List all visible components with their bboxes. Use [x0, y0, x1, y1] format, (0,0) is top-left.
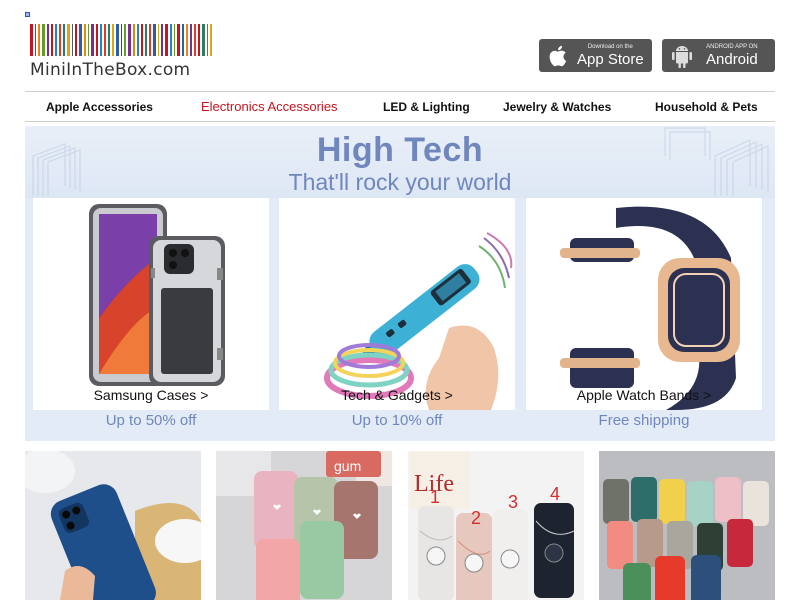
barcode-stripe [42, 24, 45, 56]
barcode-stripe [201, 24, 205, 56]
apple-icon [547, 44, 571, 68]
barcode-stripe [140, 24, 144, 56]
card-offer-tech-gadgets: Up to 10% off [273, 410, 521, 441]
barcode-stripe [99, 24, 102, 56]
category-nav: Apple Accessories Electronics Accessorie… [25, 91, 775, 122]
color-cases-image [599, 451, 775, 600]
barcode-stripe [124, 24, 127, 56]
barcode-stripe [198, 24, 200, 56]
barcode-stripe [206, 24, 209, 56]
logo-barcode [30, 24, 213, 56]
hero-subtitle: That'll rock your world [288, 169, 512, 195]
nav-item-electronics-accessories[interactable]: Electronics Accessories [201, 99, 338, 114]
barcode-stripe [157, 24, 160, 56]
hero-title: High Tech [316, 131, 484, 169]
nav-item-apple-accessories[interactable]: Apple Accessories [46, 100, 153, 114]
barcode-stripe [75, 24, 78, 56]
barcode-stripe [63, 24, 65, 56]
barcode-stripe [169, 24, 172, 56]
barcode-stripe [50, 24, 53, 56]
case-number-1: 1 [430, 487, 440, 507]
promo-card-apple-watch-bands[interactable]: Apple Watch Bands > Free shipping [520, 198, 768, 441]
barcode-stripe [96, 24, 98, 56]
barcode-stripe [71, 24, 74, 56]
site-logo[interactable]: MiniInTheBox.com [30, 22, 215, 82]
product-tile-pastel-cases[interactable]: gum [216, 451, 392, 600]
card-label-samsung-cases[interactable]: Samsung Cases > [33, 387, 269, 403]
barcode-stripe [108, 24, 111, 56]
pastel-cases-image: gum [216, 451, 392, 600]
android-badge[interactable]: ANDROID APP ON Android [662, 39, 775, 72]
card-label-apple-watch-bands[interactable]: Apple Watch Bands > [526, 387, 762, 403]
card-offer-apple-watch-bands: Free shipping [520, 410, 768, 441]
barcode-stripe [177, 24, 181, 56]
corner-marker [25, 12, 30, 17]
card-offer-samsung-cases: Up to 50% off [25, 410, 277, 441]
barcode-stripe [87, 24, 90, 56]
barcode-stripe [59, 24, 62, 56]
barcode-stripe [79, 24, 82, 56]
marble-cases-image: Life 1 2 3 4 [408, 451, 584, 600]
barcode-stripe [128, 24, 131, 56]
barcode-stripe [54, 24, 58, 56]
barcode-stripe [66, 24, 70, 56]
barcode-stripe [185, 24, 188, 56]
logo-text: MiniInTheBox.com [30, 60, 191, 80]
card-label-tech-gadgets[interactable]: Tech & Gadgets > [279, 387, 515, 403]
barcode-stripe [46, 24, 49, 56]
barcode-stripe [38, 24, 41, 56]
barcode-stripe [152, 24, 156, 56]
product-tile-blue-iphone-case[interactable] [25, 451, 201, 600]
barcode-stripe [132, 24, 135, 56]
case-number-3: 3 [508, 492, 518, 512]
nav-item-household-pets[interactable]: Household & Pets [655, 100, 758, 114]
android-big-text: Android [706, 51, 758, 68]
barcode-stripe [194, 24, 197, 56]
barcode-stripe [103, 24, 107, 56]
barcode-stripe [115, 24, 119, 56]
barcode-stripe [83, 24, 86, 56]
promo-card-tech-gadgets[interactable]: Tech & Gadgets > Up to 10% off [273, 198, 521, 441]
case-number-2: 2 [471, 508, 481, 528]
barcode-stripe [120, 24, 123, 56]
watch-band-image [526, 198, 762, 410]
promo-card-samsung-cases[interactable]: Samsung Cases > Up to 50% off [25, 198, 277, 441]
barcode-stripe [149, 24, 151, 56]
barcode-stripe [182, 24, 184, 56]
app-store-badge[interactable]: Download on the App Store [539, 39, 652, 72]
android-icon [670, 44, 694, 68]
3d-pen-image [279, 198, 515, 410]
nav-item-led-lighting[interactable]: LED & Lighting [383, 100, 470, 114]
barcode-stripe [161, 24, 164, 56]
android-small-text: ANDROID APP ON [706, 44, 758, 50]
barcode-stripe [34, 24, 37, 56]
gum-pack-text: gum [334, 458, 361, 474]
case-number-4: 4 [550, 484, 560, 504]
product-tile-marble-cases[interactable]: Life 1 2 3 4 [408, 451, 584, 600]
samsung-case-image [33, 198, 269, 410]
hero-banner: High Tech That'll rock your world Samsun… [25, 126, 775, 441]
barcode-stripe [112, 24, 114, 56]
barcode-stripe [165, 24, 168, 56]
appstore-big-text: App Store [577, 51, 644, 68]
barcode-stripe [91, 24, 95, 56]
product-tile-color-cases[interactable] [599, 451, 775, 600]
barcode-stripe [30, 24, 33, 56]
blue-case-image [25, 451, 201, 600]
barcode-stripe [210, 24, 213, 56]
barcode-stripe [136, 24, 139, 56]
barcode-stripe [173, 24, 176, 56]
nav-item-jewelry-watches[interactable]: Jewelry & Watches [503, 100, 611, 114]
barcode-stripe [189, 24, 193, 56]
barcode-stripe [145, 24, 148, 56]
appstore-small-text: Download on the [587, 44, 633, 50]
